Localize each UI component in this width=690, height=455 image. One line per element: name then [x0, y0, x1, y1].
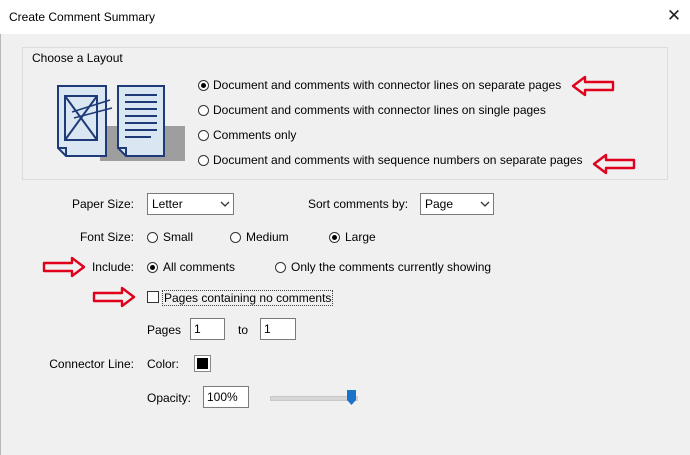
color-label: Color: [147, 357, 180, 371]
annotation-arrow-icon [92, 286, 136, 308]
font-size-medium-label[interactable]: Medium [246, 230, 289, 244]
include-all-radio[interactable] [147, 262, 158, 273]
opacity-value: 100% [207, 390, 238, 404]
annotation-arrow-icon [42, 256, 86, 278]
layout-option-0-label[interactable]: Document and comments with connector lin… [213, 78, 561, 92]
font-size-label: Font Size: [79, 230, 134, 244]
pages-to-value: 1 [264, 322, 271, 336]
opacity-label: Opacity: [147, 391, 192, 405]
annotation-arrow-icon [571, 75, 615, 97]
sort-by-label: Sort comments by: [308, 197, 409, 211]
include-all-label[interactable]: All comments [163, 260, 235, 274]
sort-by-value: Page [425, 197, 454, 211]
pages-from-value: 1 [194, 322, 201, 336]
layout-group-legend: Choose a Layout [32, 51, 123, 65]
paper-size-label: Paper Size: [71, 197, 134, 211]
layout-option-1-label[interactable]: Document and comments with connector lin… [213, 103, 546, 117]
pages-no-comments-checkbox[interactable] [147, 291, 159, 303]
connector-color-fill [197, 358, 208, 369]
layout-option-1-radio[interactable] [198, 105, 209, 116]
font-size-small-label[interactable]: Small [163, 230, 193, 244]
opacity-input[interactable]: 100% [203, 386, 249, 408]
pages-label: Pages [147, 323, 182, 337]
pages-to-input[interactable]: 1 [260, 318, 296, 340]
font-size-medium-radio[interactable] [230, 232, 241, 243]
opacity-slider-thumb[interactable] [347, 390, 356, 405]
layout-option-2-label[interactable]: Comments only [213, 128, 296, 142]
layout-option-0-radio[interactable] [198, 80, 209, 91]
opacity-slider-track[interactable] [270, 396, 358, 401]
pages-to-label: to [238, 323, 249, 337]
window-title: Create Comment Summary [9, 10, 156, 24]
connector-line-label: Connector Line: [49, 357, 134, 371]
connector-color-swatch[interactable] [194, 355, 211, 372]
paper-size-select[interactable]: Letter [147, 193, 234, 215]
layout-option-2-radio[interactable] [198, 130, 209, 141]
close-icon[interactable]: ✕ [664, 5, 684, 27]
window-edge [0, 34, 1, 455]
include-showing-radio[interactable] [275, 262, 286, 273]
layout-option-3-label[interactable]: Document and comments with sequence numb… [213, 153, 583, 167]
chevron-down-icon [480, 201, 490, 207]
chevron-down-icon [220, 201, 230, 207]
paper-size-value: Letter [152, 197, 183, 211]
font-size-large-radio[interactable] [329, 232, 340, 243]
font-size-small-radio[interactable] [147, 232, 158, 243]
font-size-large-label[interactable]: Large [345, 230, 376, 244]
sort-by-select[interactable]: Page [420, 193, 494, 215]
annotation-arrow-icon [592, 153, 636, 175]
include-showing-label[interactable]: Only the comments currently showing [291, 260, 491, 274]
pages-from-input[interactable]: 1 [190, 318, 225, 340]
layout-option-3-radio[interactable] [198, 155, 209, 166]
layout-preview-icon [57, 85, 185, 161]
pages-no-comments-label[interactable]: Pages containing no comments [162, 290, 334, 306]
